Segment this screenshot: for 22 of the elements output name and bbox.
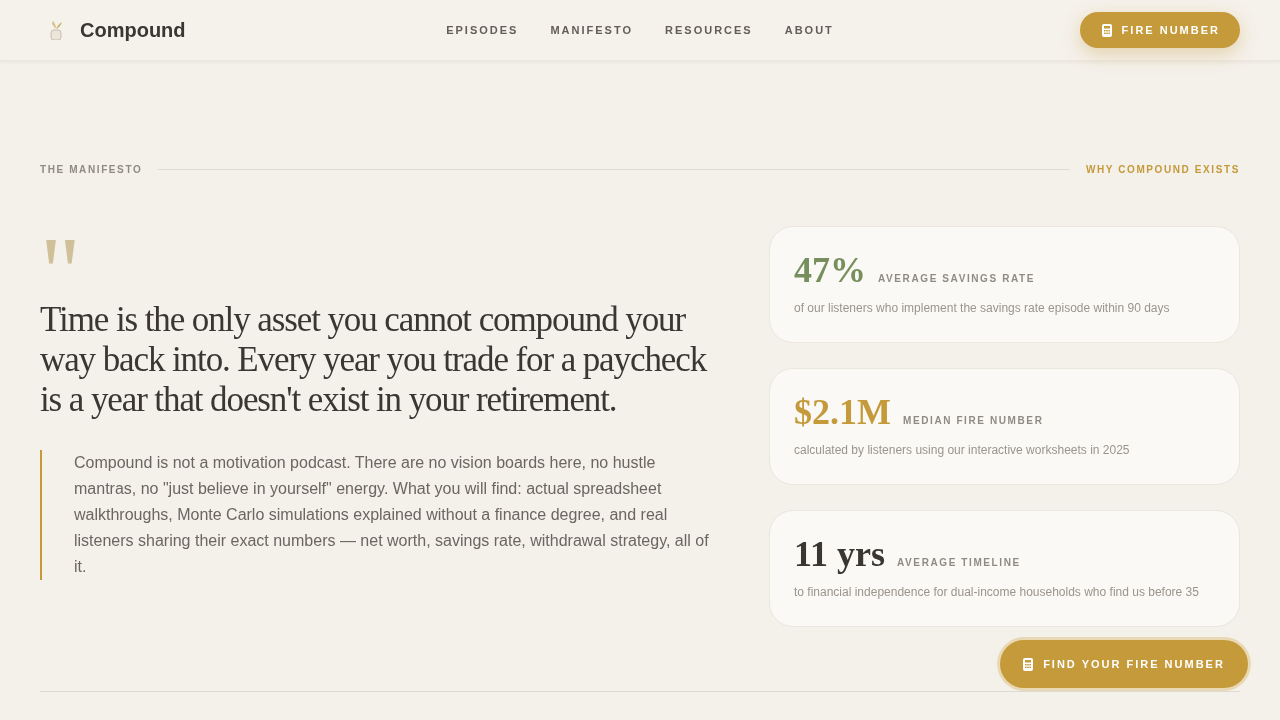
nav-link[interactable]: ABOUT	[784, 22, 834, 39]
quote-mark: "	[40, 222, 80, 272]
stat-description: calculated by listeners using our interactive worksheets in 2025	[794, 442, 1131, 459]
manifesto-body: Compound is not a motivation podcast. There are no vision boards here, no hustle mantras, no "just believe in yourself" energy. What you will find: actual spreadsheet walkthroughs, Monte Carlo simulations explained without a finance degree, and real listeners sharing their exact numbers — net worth, savings rate, withdrawal strategy, all of it.	[40, 450, 715, 580]
stat-description: to financial independence for dual-income households who find us before 35	[794, 584, 1200, 601]
stat-label: AVERAGE SAVINGS RATE	[878, 272, 1035, 286]
manifesto-headline: Time is the only asset you cannot compound your way back into. Every year you trade for a paycheck is a year that doesn't exist in your retirement.	[40, 300, 708, 420]
stat-description: of our listeners who implement the savings rate episode within 90 days	[794, 300, 1171, 317]
stat-value: $2.1M	[794, 392, 891, 432]
nav-link[interactable]: RESOURCES	[665, 22, 753, 39]
section-tagline: WHY COMPOUND EXISTS	[1085, 163, 1240, 177]
stat-label: AVERAGE TIMELINE	[897, 556, 1021, 570]
stat-value: 11 yrs	[794, 534, 885, 574]
section-eyebrow: THE MANIFESTO	[40, 163, 143, 177]
stat-label: MEDIAN FIRE NUMBER	[903, 414, 1044, 428]
stat-value: 47%	[794, 250, 866, 290]
plant-icon	[48, 20, 64, 40]
nav-link[interactable]: MANIFESTO	[550, 22, 633, 39]
calculator-icon	[1101, 23, 1112, 37]
calculator-icon	[1023, 657, 1034, 671]
nav-link[interactable]: EPISODES	[446, 22, 519, 39]
brand-name[interactable]: Compound	[80, 15, 186, 45]
